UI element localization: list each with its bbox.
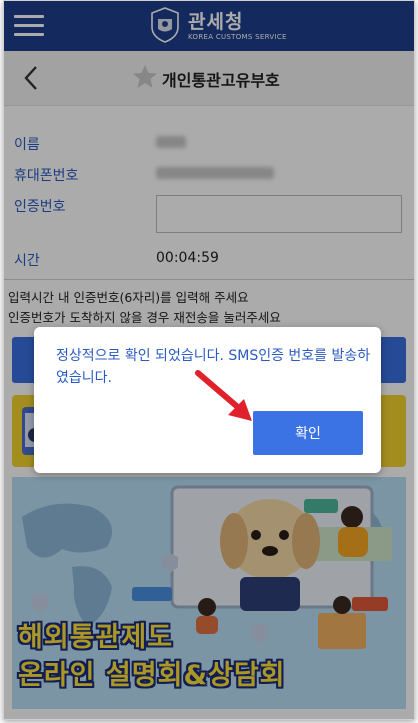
confirm-button[interactable]: 확인 [253,411,363,455]
red-arrow-icon [195,370,252,421]
app-frame: 관세청 KOREA CUSTOMS SERVICE 개인통관고유부호 이름 휴대… [3,0,415,720]
